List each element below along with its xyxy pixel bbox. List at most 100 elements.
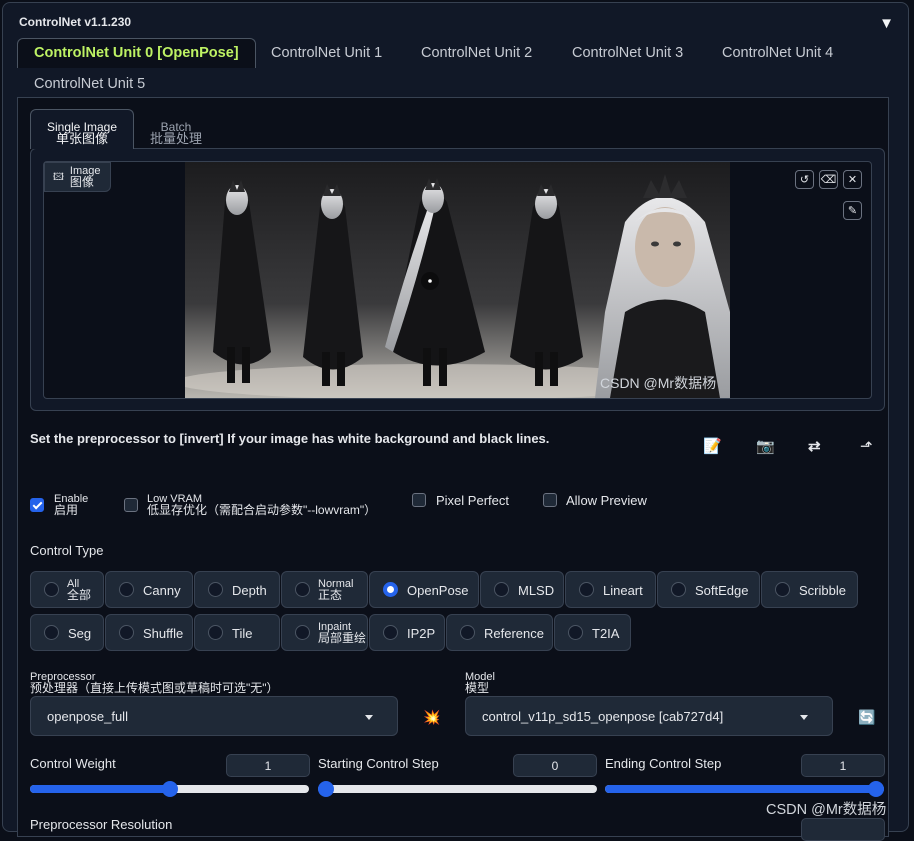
image-watermark: CSDN @Mr数据杨 [600,375,717,391]
control-type-normal[interactable]: Normal 正态 [281,571,368,608]
ending-step-slider[interactable] [605,781,884,797]
brush-icon[interactable]: ✎ [843,201,862,220]
model-select[interactable]: control_v11p_sd15_openpose [cab727d4] [465,696,833,736]
low-vram-label-cn: 低显存优化（需配合启动参数"--lowvram"） [147,503,377,517]
low-vram-label: Low VRAM 低显存优化（需配合启动参数"--lowvram"） [147,494,377,517]
starting-step-label: Starting Control Step [318,756,439,771]
invert-hint: Set the preprocessor to [invert] If your… [30,431,550,446]
control-type-scribble-label: Scribble [799,583,846,598]
ending-step-label: Ending Control Step [605,756,722,771]
control-type-all[interactable]: All 全部 [30,571,104,608]
starting-step-thumb[interactable] [318,781,334,797]
preprocessor-label-cn: 预处理器（直接上传模式图或草稿时可选"无"） [30,681,279,695]
control-type-shuffle-label: Shuffle [143,626,184,641]
ending-step-input[interactable]: 1 [801,754,885,777]
control-type-mlsd[interactable]: MLSD [480,571,564,608]
control-type-normal-cn: 正态 [318,588,343,602]
enable-label-cn: 启用 [54,503,79,517]
control-type-openpose[interactable]: OpenPose [369,571,479,608]
radio-shuffle [119,625,134,640]
control-type-t2ia[interactable]: T2IA [554,614,631,651]
low-vram-checkbox[interactable] [124,498,138,512]
enable-label: Enable 启用 [54,494,88,517]
control-type-scribble[interactable]: Scribble [761,571,858,608]
allow-preview-checkbox[interactable] [543,493,557,507]
pixel-perfect-label: Pixel Perfect [436,493,509,508]
control-type-mlsd-label: MLSD [518,583,555,598]
radio-ip2p [383,625,398,640]
preprocessor-select[interactable]: openpose_full [30,696,398,736]
control-type-inpaint[interactable]: Inpaint 局部重绘 [281,614,368,651]
panel-title: ControlNet v1.1.230 [19,15,132,29]
control-type-inpaint-cn: 局部重绘 [318,631,367,645]
swap-icon[interactable]: ⇄ [808,437,821,455]
tab-unit-3[interactable]: ControlNet Unit 3 [572,45,683,61]
page-watermark: CSDN @Mr数据杨 [766,802,887,818]
radio-lineart [579,582,594,597]
refresh-models-icon[interactable]: 🔄 [858,709,875,726]
control-type-all-cn: 全部 [67,588,92,602]
radio-mlsd [494,582,509,597]
tab-single-image-cn: 单张图像 [55,131,108,146]
control-weight-slider[interactable] [30,781,309,797]
tab-unit-2[interactable]: ControlNet Unit 2 [421,45,532,61]
control-type-canny-label: Canny [143,583,181,598]
control-type-shuffle[interactable]: Shuffle [105,614,193,651]
model-label: Model 模型 [465,672,495,695]
control-type-reference[interactable]: Reference [446,614,553,651]
control-type-seg[interactable]: Seg [30,614,104,651]
control-weight-thumb[interactable] [161,781,178,797]
radio-openpose [383,582,398,597]
control-type-canny[interactable]: Canny [105,571,193,608]
enable-checkbox[interactable] [30,498,44,512]
tab-unit-0[interactable]: ControlNet Unit 0 [OpenPose] [17,38,256,68]
tab-unit-4[interactable]: ControlNet Unit 4 [722,45,833,61]
model-label-cn: 模型 [465,681,490,695]
control-type-depth-label: Depth [232,583,267,598]
control-type-depth[interactable]: Depth [194,571,280,608]
undo-icon[interactable]: ↺ [795,170,814,189]
starting-step-slider[interactable] [318,781,597,797]
eraser-icon[interactable]: ⌫ [819,170,838,189]
preprocessor-resolution-input[interactable] [801,818,885,841]
control-type-lineart[interactable]: Lineart [565,571,656,608]
image-label-cn: 图像 [69,175,94,189]
close-icon[interactable]: ✕ [843,170,862,189]
starting-step-input[interactable]: 0 [513,754,597,777]
control-type-tile-label: Tile [232,626,253,641]
image-label: 🖾 Image 图像 [44,162,112,192]
tab-single-image[interactable]: Single Image 单张图像 [30,109,134,149]
allow-preview-label: Allow Preview [566,493,647,508]
send-dimensions-icon[interactable]: ⬏ [860,437,873,455]
run-preprocessor-explode-icon[interactable]: 💥 [423,709,440,726]
control-type-tile[interactable]: Tile [194,614,280,651]
radio-seg [44,625,59,640]
control-weight-input[interactable]: 1 [226,754,310,777]
tab-unit-1[interactable]: ControlNet Unit 1 [271,45,382,61]
preprocessor-resolution-label: Preprocessor Resolution [30,817,173,832]
chevron-down-icon [365,715,373,720]
control-type-softedge[interactable]: SoftEdge [657,571,760,608]
radio-t2ia [568,625,583,640]
tab-batch-cn: 批量处理 [150,131,203,146]
radio-tile [208,625,223,640]
pixel-perfect-checkbox[interactable] [412,493,426,507]
radio-softedge [671,582,686,597]
control-type-lineart-label: Lineart [603,583,643,598]
control-weight-fill [30,785,170,793]
control-type-softedge-label: SoftEdge [695,583,749,598]
control-type-ip2p-label: IP2P [407,626,436,641]
camera-icon[interactable]: 📷 [756,437,775,455]
radio-depth [208,582,223,597]
radio-canny [119,582,134,597]
control-type-ip2p[interactable]: IP2P [369,614,445,651]
tab-batch[interactable]: Batch 批量处理 [150,121,202,145]
preprocessor-value: openpose_full [47,709,128,724]
uploaded-image [185,162,730,398]
model-value: control_v11p_sd15_openpose [cab727d4] [482,709,724,724]
edit-icon[interactable]: 📝 [703,437,722,455]
tab-unit-5[interactable]: ControlNet Unit 5 [34,76,145,92]
ending-step-thumb[interactable] [868,781,884,797]
collapse-icon[interactable]: ▼ [879,15,894,32]
radio-all [44,582,59,597]
